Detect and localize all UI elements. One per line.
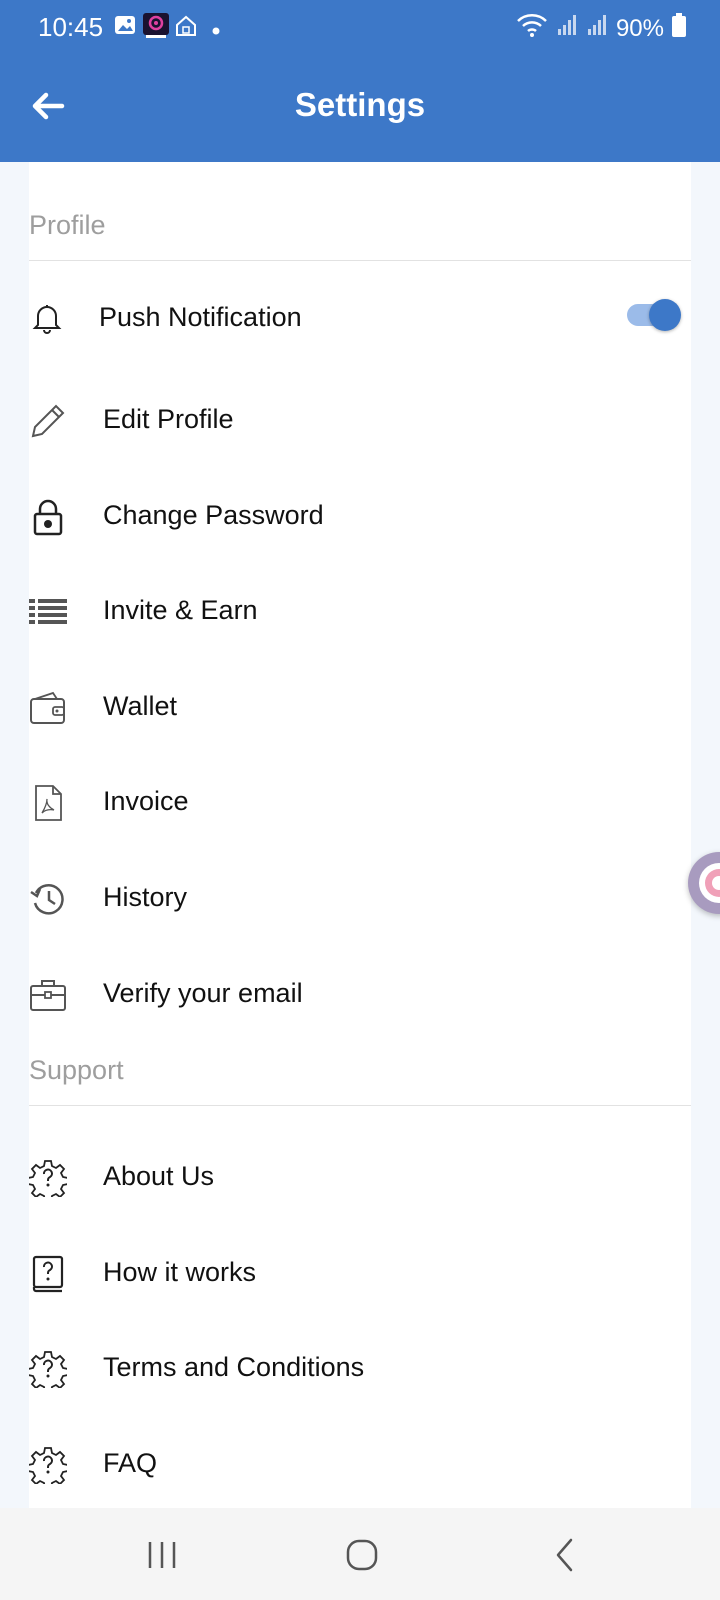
settings-item-label: Push Notification: [99, 302, 302, 332]
settings-item-label: About Us: [103, 1161, 215, 1191]
settings-item-verify-email[interactable]: Verify your email: [29, 956, 691, 1036]
home-button[interactable]: [337, 1530, 387, 1580]
settings-item-invite-earn[interactable]: Invite & Earn: [29, 573, 691, 653]
app-bar: Settings: [0, 56, 720, 162]
settings-item-label: Verify your email: [103, 978, 303, 1008]
settings-item-label: History: [103, 882, 188, 912]
pdf-document-icon: [29, 784, 67, 822]
chevron-left-icon: [556, 1538, 573, 1572]
battery-icon: [672, 13, 686, 44]
signal-icon: [586, 14, 608, 43]
settings-item-history[interactable]: History: [29, 860, 691, 940]
status-time: 10:45: [38, 12, 104, 42]
settings-item-invoice[interactable]: Invoice: [29, 764, 691, 844]
settings-item-how-it-works[interactable]: How it works: [29, 1235, 691, 1315]
settings-item-label: Terms and Conditions: [103, 1352, 365, 1382]
push-notification-toggle[interactable]: [649, 299, 681, 331]
settings-list[interactable]: Profile Push Notification Edit Profile C…: [29, 162, 691, 1508]
section-title: Support: [29, 1055, 124, 1085]
book-question-icon: [29, 1255, 67, 1293]
wifi-icon: [516, 12, 548, 45]
recent-apps-icon: [148, 1542, 176, 1568]
settings-item-about-us[interactable]: About Us: [29, 1139, 691, 1219]
settings-item-edit-profile[interactable]: Edit Profile: [29, 382, 691, 462]
settings-item-wallet[interactable]: Wallet: [29, 669, 691, 749]
settings-item-label: Change Password: [103, 500, 324, 530]
gear-question-icon: [29, 1446, 69, 1489]
gear-question-icon: [29, 1159, 69, 1202]
recent-apps-button[interactable]: [137, 1530, 187, 1580]
settings-item-push-notification[interactable]: Push Notification: [29, 280, 691, 360]
pencil-icon: [29, 402, 67, 440]
floating-assistant-bubble[interactable]: [688, 852, 720, 914]
bell-icon: [29, 300, 67, 338]
settings-item-change-password[interactable]: Change Password: [29, 478, 691, 558]
status-bar: 10:45 90%: [0, 0, 720, 56]
lock-icon: [29, 498, 67, 536]
wallet-icon: [29, 689, 67, 727]
briefcase-icon: [29, 976, 67, 1014]
battery-text: 90%: [615, 14, 664, 42]
system-navigation-bar: [0, 1508, 720, 1600]
settings-item-faq[interactable]: FAQ: [29, 1426, 691, 1506]
app-notification-icon: [142, 12, 170, 45]
page-title: Settings: [294, 86, 426, 123]
section-title: Profile: [29, 210, 106, 240]
home-icon: [174, 14, 198, 43]
nav-back-button[interactable]: [540, 1530, 590, 1580]
settings-item-label: Wallet: [103, 691, 178, 721]
dot-icon: [212, 22, 220, 40]
settings-item-label: How it works: [103, 1257, 257, 1287]
settings-item-label: Edit Profile: [103, 404, 234, 434]
section-header-support: Support: [29, 1055, 691, 1106]
settings-item-label: Invoice: [103, 786, 189, 816]
list-icon: [29, 593, 67, 631]
settings-item-label: Invite & Earn: [103, 595, 258, 625]
signal-icon: [556, 14, 578, 43]
section-header-profile: Profile: [29, 210, 691, 261]
home-circle-icon: [346, 1539, 378, 1571]
settings-item-terms-and-conditions[interactable]: Terms and Conditions: [29, 1330, 691, 1410]
image-icon: [114, 14, 136, 41]
settings-item-label: FAQ: [103, 1448, 158, 1478]
history-icon: [29, 880, 67, 918]
gear-question-icon: [29, 1350, 69, 1393]
